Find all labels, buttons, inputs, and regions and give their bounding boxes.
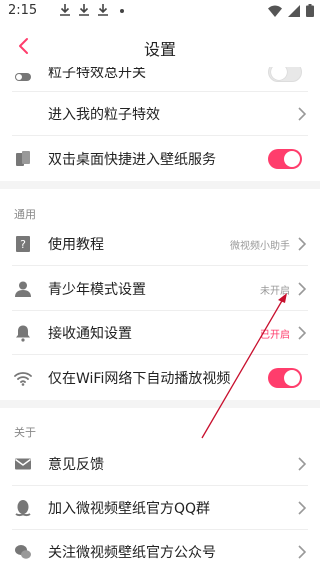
divider <box>12 135 308 136</box>
row-label: 双击桌面快捷进入壁纸服务 <box>48 152 216 168</box>
follow-official-account-row[interactable]: 关注微视频壁纸官方公众号 <box>0 530 320 568</box>
chevron-right-icon <box>298 501 306 515</box>
row-label: 仅在WiFi网络下自动播放视频 <box>48 371 231 387</box>
row-label: 青少年模式设置 <box>48 282 146 298</box>
notification-settings-row[interactable]: 接收通知设置 已开启 <box>0 311 320 355</box>
section-gap <box>0 400 320 408</box>
wechat-icon <box>15 545 31 559</box>
divider <box>12 354 308 355</box>
row-hint: 微视频小助手 <box>230 240 290 252</box>
wifi-icon <box>268 5 282 17</box>
my-particle-effects-row[interactable]: 进入我的粒子特效 <box>0 92 320 136</box>
section-title: 通用 <box>14 208 36 221</box>
section-gap <box>0 181 320 189</box>
chevron-right-icon <box>298 545 306 559</box>
double-tap-wallpaper-row[interactable]: 双击桌面快捷进入壁纸服务 <box>0 137 320 181</box>
bell-icon <box>16 325 30 342</box>
person-icon <box>15 281 31 297</box>
toggle-knob <box>284 151 300 167</box>
mail-icon <box>15 458 31 470</box>
divider <box>12 265 308 266</box>
status-bar: 2:15 <box>0 0 320 22</box>
chevron-right-icon <box>298 457 306 471</box>
row-label: 加入微视频壁纸官方QQ群 <box>48 501 211 517</box>
chevron-right-icon <box>298 237 306 251</box>
notification-dot-icon <box>120 9 124 13</box>
wifi-icon <box>14 372 32 386</box>
toggle-switch-icon <box>15 73 31 81</box>
row-label: 使用教程 <box>48 237 104 253</box>
page-title: 设置 <box>143 40 176 59</box>
svg-text:?: ? <box>20 238 26 251</box>
battery-icon <box>306 4 314 17</box>
row-label: 关注微视频壁纸官方公众号 <box>48 545 216 561</box>
toggle-knob <box>284 370 300 386</box>
download-icon <box>60 4 70 16</box>
row-hint: 未开启 <box>260 285 290 297</box>
chevron-right-icon <box>298 282 306 296</box>
tutorial-row[interactable]: ? 使用教程 微视频小助手 <box>0 222 320 266</box>
signal-icon <box>288 4 300 17</box>
join-qq-group-row[interactable]: 加入微视频壁纸官方QQ群 <box>0 486 320 530</box>
row-label: 进入我的粒子特效 <box>48 107 160 123</box>
download-icon <box>98 4 108 16</box>
row-label: 意见反馈 <box>48 457 104 473</box>
chevron-right-icon <box>298 107 306 121</box>
wifi-autoplay-row[interactable]: 仅在WiFi网络下自动播放视频 <box>0 356 320 400</box>
wifi-autoplay-toggle[interactable] <box>268 368 302 388</box>
question-icon: ? <box>16 236 30 252</box>
section-title: 关于 <box>14 426 36 439</box>
status-time: 2:15 <box>8 3 38 18</box>
row-label: 接收通知设置 <box>48 326 132 342</box>
phone-icon <box>16 151 30 166</box>
feedback-row[interactable]: 意见反馈 <box>0 442 320 486</box>
double-tap-toggle[interactable] <box>268 149 302 169</box>
title-bar-cover: 设置 <box>0 22 320 67</box>
section-header-about: 关于 <box>0 416 320 444</box>
download-icon <box>79 4 89 16</box>
row-hint: 已开启 <box>260 329 290 341</box>
penguin-icon <box>15 500 31 517</box>
chevron-right-icon <box>298 326 306 340</box>
teen-mode-row[interactable]: 青少年模式设置 未开启 <box>0 267 320 311</box>
